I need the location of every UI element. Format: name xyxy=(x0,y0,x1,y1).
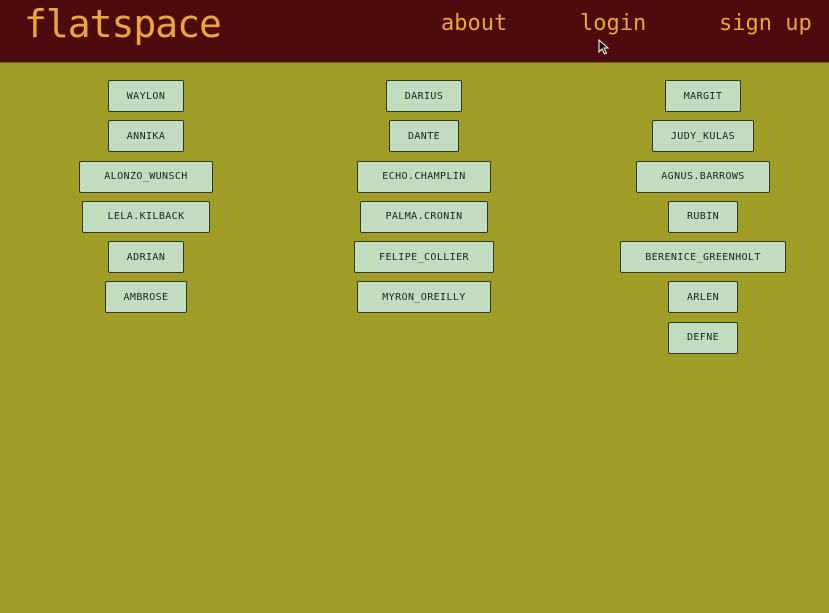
user-button-felipe-collier[interactable]: FELIPE_COLLIER xyxy=(354,241,494,274)
user-button-darius[interactable]: DARIUS xyxy=(385,80,463,112)
brand-logo[interactable]: flatspace xyxy=(24,2,222,46)
user-button-agnus-barrows[interactable]: AGNUS.BARROWS xyxy=(636,160,770,193)
user-button-judy-kulas[interactable]: JUDY_KULAS xyxy=(651,120,755,153)
nav-login-link[interactable]: login xyxy=(580,10,646,38)
user-button-rubin[interactable]: RUBIN xyxy=(667,200,739,233)
user-button-annika[interactable]: ANNIKA xyxy=(107,120,185,153)
user-button-lela-kilback[interactable]: LELA.KILBACK xyxy=(82,200,210,233)
user-button-alonzo-wunsch[interactable]: ALONZO_WUNSCH xyxy=(79,160,213,193)
nav-about-link[interactable]: about xyxy=(441,10,507,38)
user-button-echo-champlin[interactable]: ECHO.CHAMPLIN xyxy=(357,160,491,193)
user-button-myron-oreilly[interactable]: MYRON_OREILLY xyxy=(357,281,491,314)
user-button-margit[interactable]: MARGIT xyxy=(664,80,742,112)
top-header: flatspace about login sign up xyxy=(0,0,829,63)
user-column-2: DARIUS DANTE ECHO.CHAMPLIN PALMA.CRONIN … xyxy=(314,80,534,322)
nav-signup-link[interactable]: sign up xyxy=(719,10,812,38)
user-button-ambrose[interactable]: AMBROSE xyxy=(104,281,188,314)
user-button-waylon[interactable]: WAYLON xyxy=(107,80,185,112)
user-column-1: WAYLON ANNIKA ALONZO_WUNSCH LELA.KILBACK… xyxy=(36,80,256,322)
user-button-arlen[interactable]: ARLEN xyxy=(667,281,739,314)
pointer-cursor-icon xyxy=(598,39,610,55)
user-button-defne[interactable]: DEFNE xyxy=(667,321,739,354)
user-button-palma-cronin[interactable]: PALMA.CRONIN xyxy=(360,200,488,233)
user-button-adrian[interactable]: ADRIAN xyxy=(107,241,185,274)
user-button-berenice-greenholt[interactable]: BERENICE_GREENHOLT xyxy=(620,241,786,274)
user-button-dante[interactable]: DANTE xyxy=(388,120,460,153)
user-column-3: MARGIT JUDY_KULAS AGNUS.BARROWS RUBIN BE… xyxy=(593,80,813,362)
